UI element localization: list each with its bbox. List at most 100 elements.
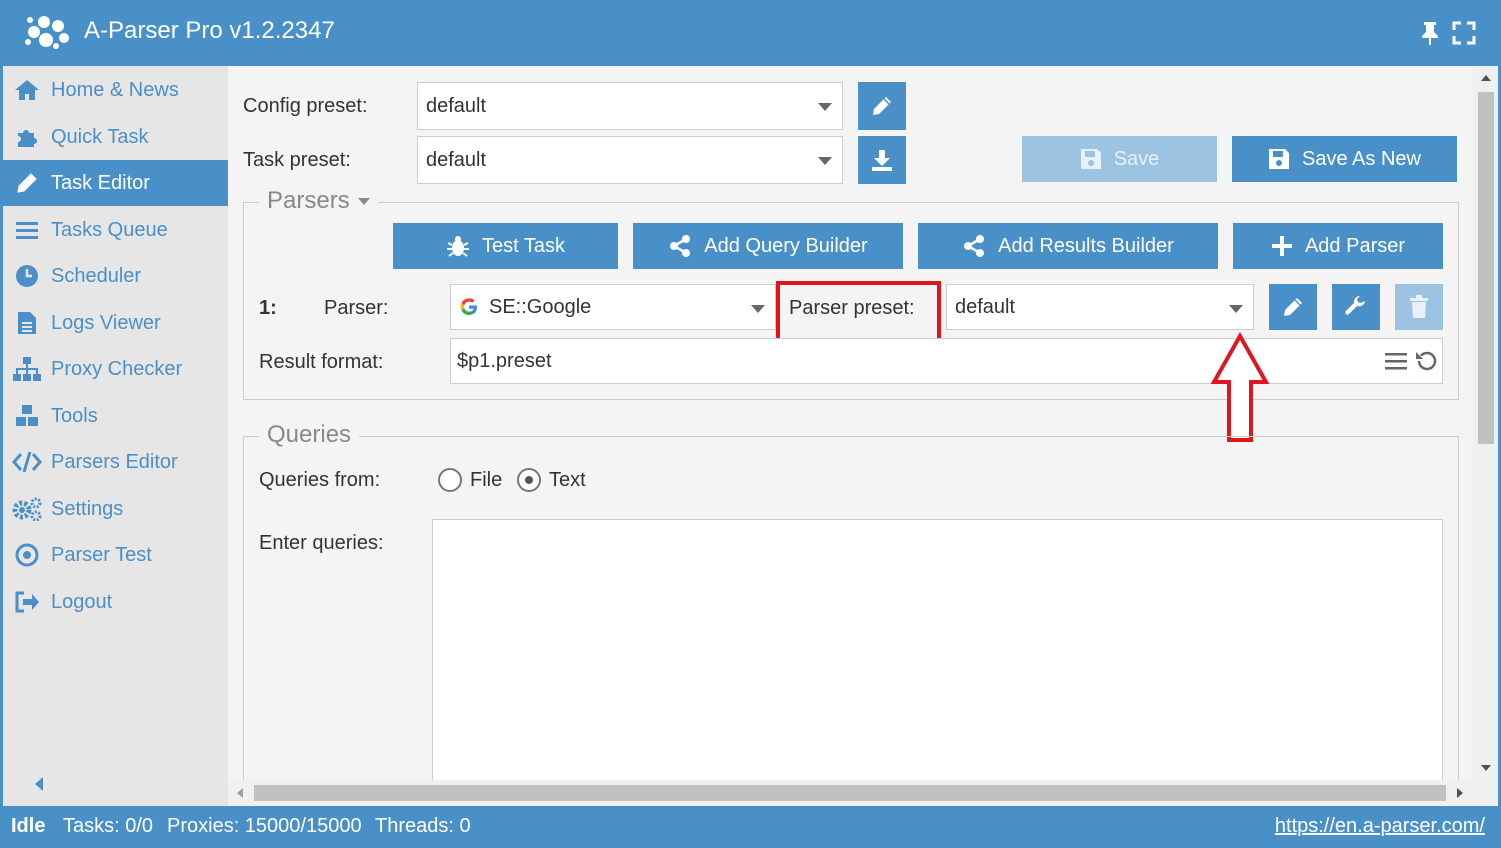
sidebar-item-label: Quick Task [51, 125, 149, 148]
sidebar-item-task-editor[interactable]: Task Editor [3, 160, 228, 206]
trash-icon [1410, 295, 1428, 318]
sidebar-item-proxy-checker[interactable]: Proxy Checker [3, 346, 228, 392]
parser-label: Parser: [324, 297, 389, 319]
parser-select[interactable]: SE::Google [450, 284, 776, 330]
sidebar-item-label: Logout [51, 590, 113, 613]
queries-textarea[interactable] [432, 519, 1443, 789]
config-preset-label: Config preset: [243, 95, 368, 117]
result-format-label: Result format: [259, 351, 384, 373]
config-preset-select[interactable]: default [417, 82, 843, 130]
chevron-down-icon [818, 103, 832, 111]
sidebar-item-parser-test[interactable]: Parser Test [3, 532, 228, 578]
save-as-new-button[interactable]: Save As New [1232, 136, 1457, 182]
scroll-right-icon[interactable] [1456, 787, 1464, 799]
title-bar: A-Parser Pro v1.2.2347 [0, 0, 1501, 66]
horizontal-scroll-thumb[interactable] [254, 785, 1446, 801]
status-tasks: Tasks: 0/0 [63, 815, 154, 837]
add-results-builder-button[interactable]: Add Results Builder [918, 223, 1218, 269]
status-state: Idle [11, 815, 46, 837]
horizontal-scrollbar[interactable] [228, 780, 1473, 806]
task-editor-panel: Config preset: default Task preset: defa… [228, 66, 1473, 796]
result-format-input[interactable]: $p1.preset [450, 338, 1443, 384]
fullscreen-icon[interactable] [1452, 21, 1476, 45]
home-icon [15, 80, 39, 100]
collapse-sidebar-icon[interactable] [31, 774, 45, 794]
task-preset-label: Task preset: [243, 149, 351, 171]
sidebar-item-parsers-editor[interactable]: Parsers Editor [3, 439, 228, 485]
chevron-down-icon [751, 305, 765, 313]
chevron-down-icon [1229, 305, 1243, 313]
share-icon [670, 235, 691, 257]
test-task-button[interactable]: Test Task [393, 223, 618, 269]
save-button[interactable]: Save [1022, 136, 1217, 182]
text-radio[interactable] [517, 468, 541, 492]
sidebar-item-tools[interactable]: Tools [3, 393, 228, 439]
share-icon [964, 235, 985, 257]
list-icon[interactable] [1385, 351, 1407, 371]
sidebar-item-label: Proxy Checker [51, 357, 183, 380]
sidebar-item-label: Parser Test [51, 543, 152, 566]
scroll-down-icon[interactable] [1480, 764, 1492, 772]
scroll-up-icon[interactable] [1480, 74, 1492, 82]
download-icon [872, 150, 892, 171]
save-icon [1080, 149, 1101, 169]
pencil-icon [873, 97, 891, 115]
sidebar-item-label: Logs Viewer [51, 311, 161, 334]
sidebar-item-label: Scheduler [51, 264, 142, 287]
vertical-scroll-thumb[interactable] [1478, 92, 1494, 444]
parsers-legend[interactable]: Parsers [259, 187, 378, 215]
status-proxies: Proxies: 15000/15000 [167, 815, 362, 837]
scroll-left-icon[interactable] [236, 787, 244, 799]
cogs-icon [12, 497, 42, 521]
save-icon [1269, 149, 1290, 169]
parser-row-number: 1: [259, 297, 277, 319]
file-radio[interactable] [438, 468, 462, 492]
sitemap-icon [13, 357, 41, 381]
list-icon [16, 222, 38, 239]
sidebar-item-tasks-queue[interactable]: Tasks Queue [3, 207, 228, 253]
sidebar-item-logout[interactable]: Logout [3, 579, 228, 625]
pencil-icon [1284, 298, 1302, 316]
cubes-icon [16, 405, 38, 426]
app-frame: Home & News Quick Task Task Editor Tasks… [3, 66, 1498, 806]
load-task-preset-button[interactable] [858, 136, 906, 184]
app-logo-icon [25, 16, 69, 49]
undo-icon[interactable] [1414, 349, 1438, 373]
plus-icon [1271, 236, 1292, 256]
sidebar-item-home-news[interactable]: Home & News [3, 67, 228, 113]
vertical-scrollbar[interactable] [1473, 66, 1498, 780]
sidebar-item-label: Tools [51, 404, 98, 427]
task-preset-select[interactable]: default [417, 136, 843, 184]
parser-preset-select[interactable]: default [946, 284, 1254, 330]
sidebar-item-logs-viewer[interactable]: Logs Viewer [3, 300, 228, 346]
add-query-builder-button[interactable]: Add Query Builder [633, 223, 903, 269]
edit-parser-preset-button[interactable] [1269, 284, 1317, 330]
code-icon [12, 451, 42, 473]
sidebar-item-quick-task[interactable]: Quick Task [3, 114, 228, 160]
pencil-icon [17, 173, 37, 193]
sidebar-item-label: Tasks Queue [51, 218, 168, 241]
sidebar-item-label: Home & News [51, 78, 179, 101]
sidebar-item-scheduler[interactable]: Scheduler [3, 253, 228, 299]
target-icon [15, 543, 39, 567]
sidebar-item-settings[interactable]: Settings [3, 486, 228, 532]
google-icon [460, 298, 477, 315]
add-parser-button[interactable]: Add Parser [1233, 223, 1443, 269]
caret-down-icon [357, 197, 370, 205]
app-title: A-Parser Pro v1.2.2347 [84, 17, 335, 44]
annotation-arrow-up-icon [1210, 332, 1270, 442]
pin-icon[interactable] [1418, 20, 1442, 46]
queries-from-label: Queries from: [259, 469, 381, 491]
sidebar-item-label: Task Editor [51, 171, 150, 194]
sidebar: Home & News Quick Task Task Editor Tasks… [3, 66, 228, 806]
parser-settings-button[interactable] [1332, 284, 1380, 330]
edit-config-preset-button[interactable] [858, 82, 906, 130]
queries-legend: Queries [259, 421, 360, 449]
queries-from-file-option[interactable]: File [438, 468, 502, 492]
chevron-down-icon [818, 157, 832, 165]
delete-parser-button[interactable] [1395, 284, 1443, 330]
sidebar-item-label: Parsers Editor [51, 450, 178, 473]
queries-from-text-option[interactable]: Text [517, 468, 586, 492]
status-threads: Threads: 0 [375, 815, 471, 837]
website-link[interactable]: https://en.a-parser.com/ [1275, 815, 1485, 838]
